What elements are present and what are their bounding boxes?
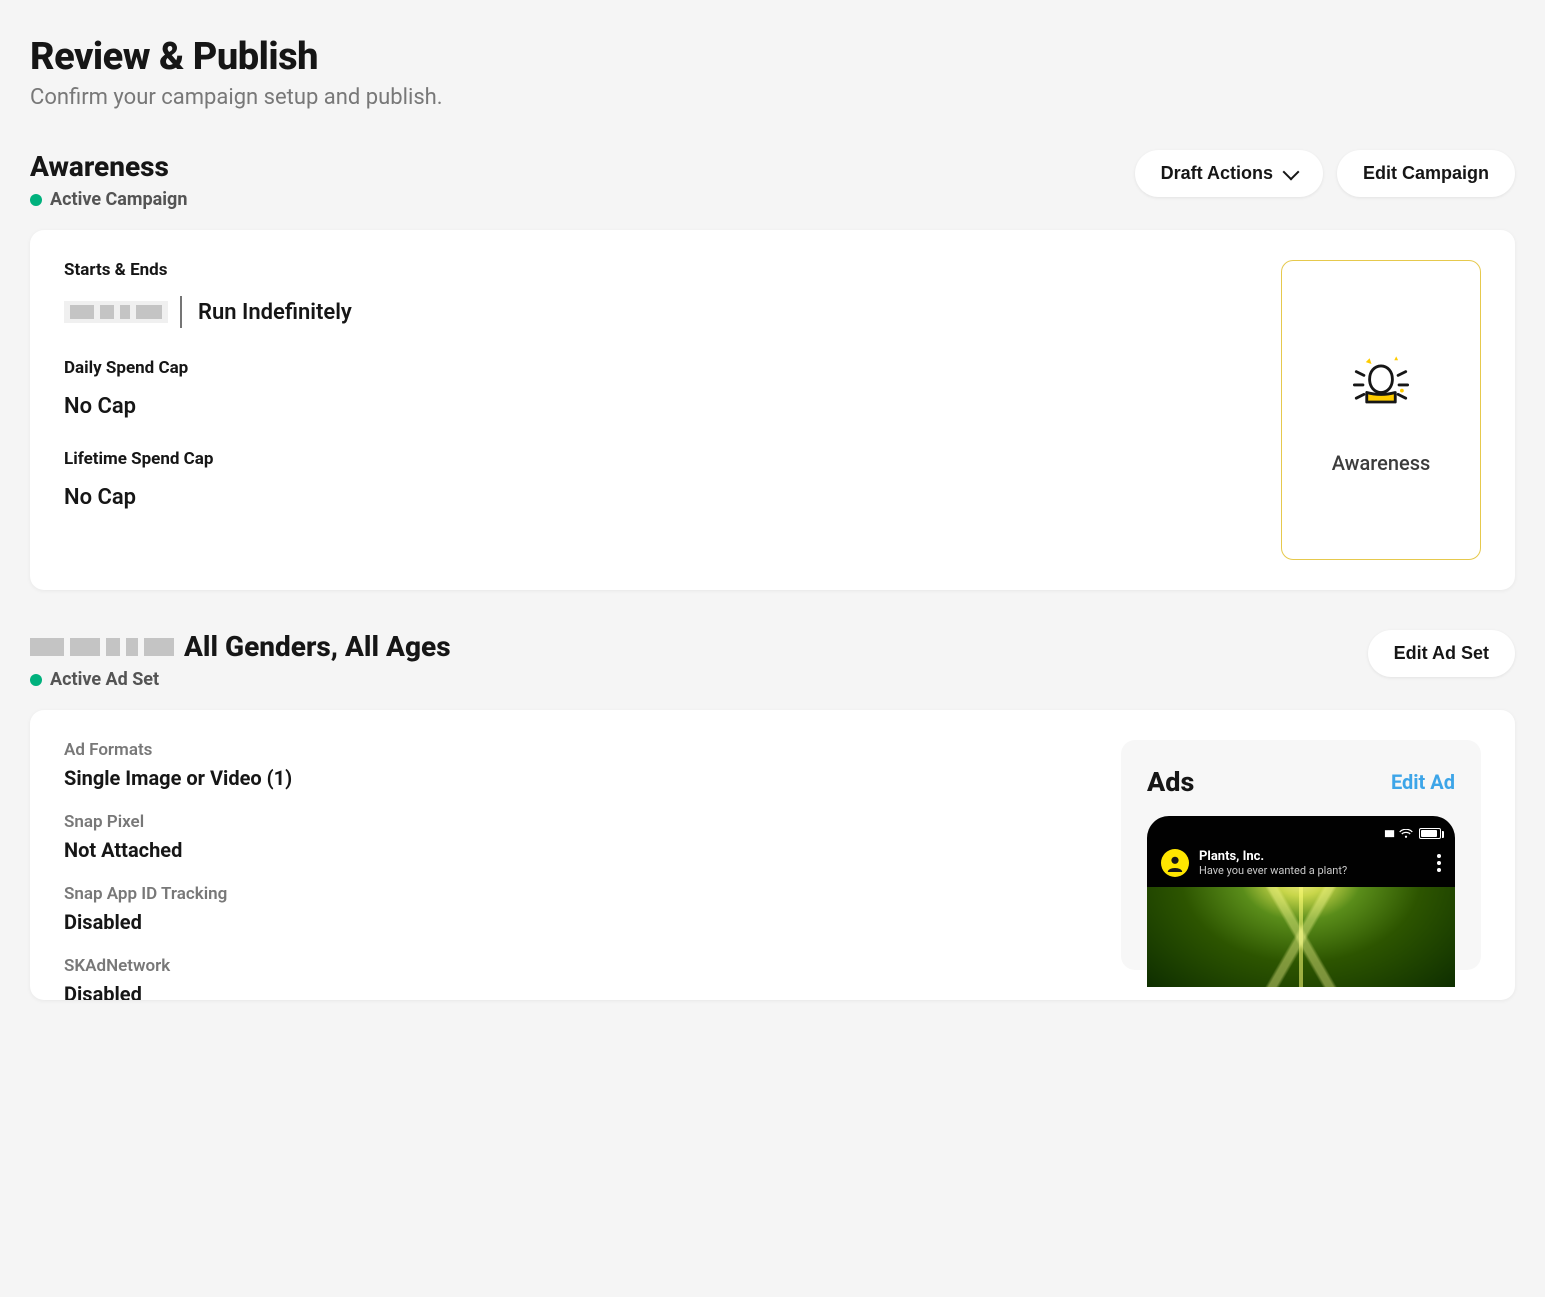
status-dot-icon	[30, 194, 42, 206]
chevron-down-icon	[1282, 163, 1299, 180]
wifi-icon	[1399, 829, 1413, 839]
objective-card[interactable]: Awareness	[1281, 260, 1481, 560]
edit-ad-link[interactable]: Edit Ad	[1391, 770, 1455, 794]
battery-icon	[1419, 828, 1441, 839]
avatar	[1161, 849, 1189, 877]
skadnetwork-label: SKAdNetwork	[64, 956, 1091, 976]
ad-formats-label: Ad Formats	[64, 740, 1091, 760]
edit-campaign-button[interactable]: Edit Campaign	[1337, 150, 1515, 197]
ads-title: Ads	[1147, 766, 1194, 798]
campaign-name: Awareness	[30, 150, 187, 183]
redacted-adset-prefix	[30, 638, 174, 656]
more-icon[interactable]	[1437, 854, 1441, 872]
phone-status-bar	[1147, 816, 1455, 845]
redacted-date	[64, 301, 168, 323]
starts-ends-value: Run Indefinitely	[198, 300, 352, 325]
signal-icon	[1384, 829, 1393, 839]
starts-ends-label: Starts & Ends	[64, 260, 1251, 280]
page-title: Review & Publish	[30, 35, 1515, 79]
app-id-tracking-value: Disabled	[64, 910, 1091, 934]
app-id-tracking-label: Snap App ID Tracking	[64, 884, 1091, 904]
ads-panel: Ads Edit Ad Plants, Inc. Have you ever w…	[1121, 740, 1481, 970]
ad-preview: Plants, Inc. Have you ever wanted a plan…	[1147, 816, 1455, 987]
awareness-icon	[1343, 345, 1419, 421]
skadnetwork-value: Disabled	[64, 982, 1091, 1000]
ad-formats-value: Single Image or Video (1)	[64, 766, 1091, 790]
snap-pixel-value: Not Attached	[64, 838, 1091, 862]
campaign-header: Awareness Active Campaign Draft Actions …	[30, 150, 1515, 210]
ad-creative-image	[1147, 887, 1455, 987]
adset-title: All Genders, All Ages	[184, 630, 451, 663]
draft-actions-label: Draft Actions	[1161, 163, 1273, 184]
ad-tagline: Have you ever wanted a plant?	[1199, 864, 1427, 877]
draft-actions-button[interactable]: Draft Actions	[1135, 150, 1323, 197]
daily-cap-label: Daily Spend Cap	[64, 358, 1251, 378]
adset-header: All Genders, All Ages Active Ad Set Edit…	[30, 630, 1515, 690]
daily-cap-value: No Cap	[64, 394, 1251, 419]
page-subtitle: Confirm your campaign setup and publish.	[30, 85, 1515, 110]
status-dot-icon	[30, 674, 42, 686]
snap-pixel-label: Snap Pixel	[64, 812, 1091, 832]
lifetime-cap-value: No Cap	[64, 485, 1251, 510]
objective-label: Awareness	[1332, 451, 1431, 475]
campaign-status: Active Campaign	[30, 189, 187, 210]
lifetime-cap-label: Lifetime Spend Cap	[64, 449, 1251, 469]
campaign-summary-card: Starts & Ends Run Indefinitely Daily Spe…	[30, 230, 1515, 590]
ad-brand: Plants, Inc.	[1199, 849, 1427, 864]
campaign-status-label: Active Campaign	[50, 189, 187, 210]
adset-status-label: Active Ad Set	[50, 669, 159, 690]
adset-status: Active Ad Set	[30, 669, 451, 690]
adset-summary-card: Ad Formats Single Image or Video (1) Sna…	[30, 710, 1515, 1000]
edit-adset-button[interactable]: Edit Ad Set	[1368, 630, 1515, 677]
divider-icon	[180, 296, 182, 328]
